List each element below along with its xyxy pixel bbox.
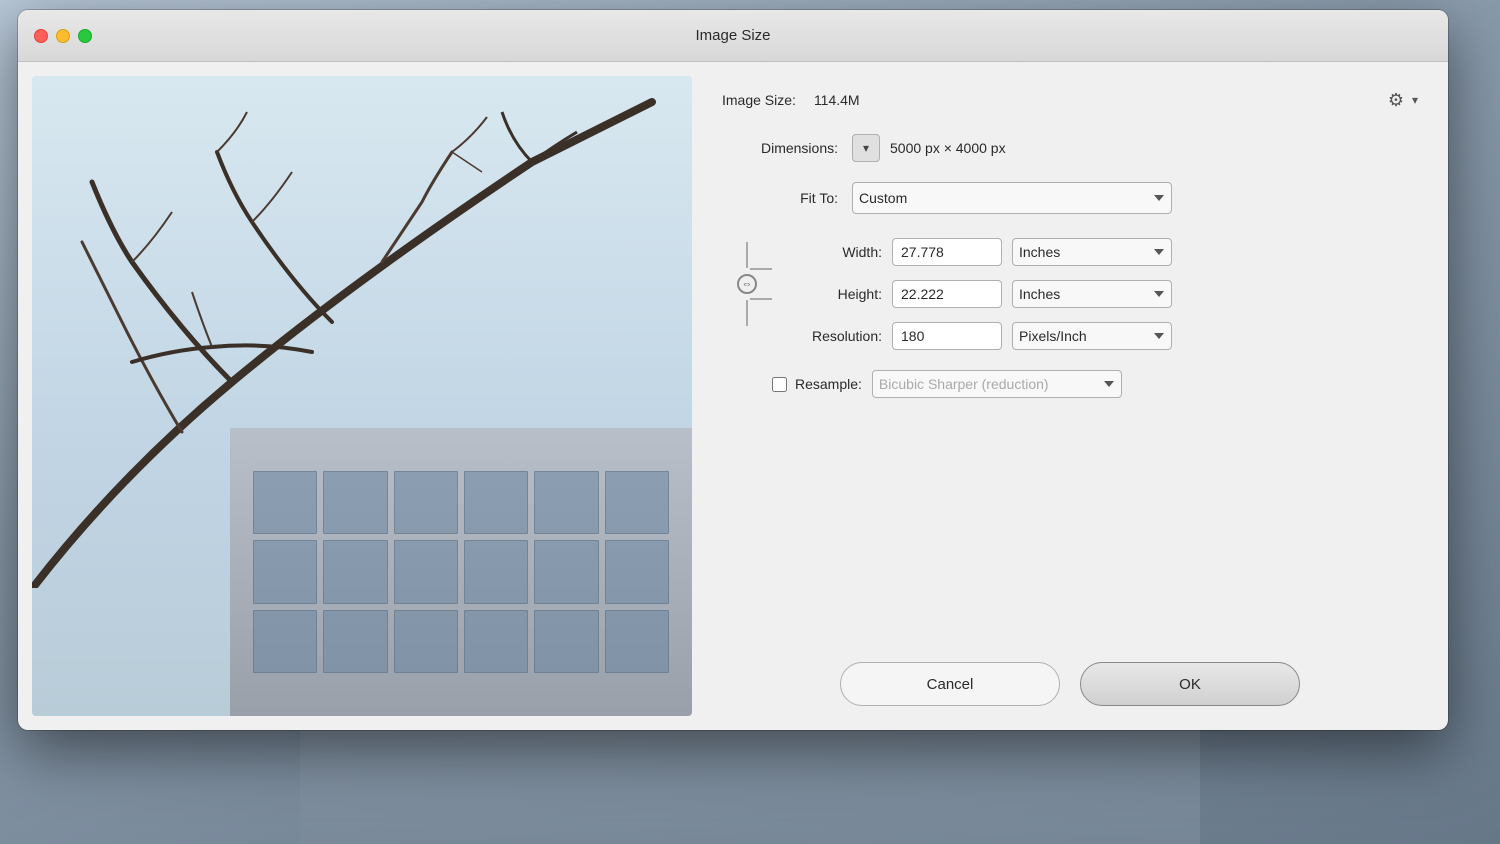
preview-image bbox=[32, 76, 692, 716]
traffic-lights bbox=[34, 29, 92, 43]
width-input[interactable]: 27.778 bbox=[892, 238, 1002, 266]
resample-checkbox[interactable] bbox=[772, 377, 787, 392]
bracket-horizontal bbox=[722, 268, 772, 270]
dimensions-value: 5000 px × 4000 px bbox=[890, 140, 1006, 156]
link-icon: ⇔ bbox=[737, 274, 757, 294]
bracket-top-line bbox=[746, 242, 748, 268]
link-bracket: ⇔ bbox=[722, 234, 772, 350]
dimensions-label: Dimensions: bbox=[722, 140, 852, 156]
resolution-row: Resolution: 180 Pixels/Inch Pixels/Centi… bbox=[772, 322, 1418, 350]
building-preview bbox=[230, 428, 692, 716]
resolution-input[interactable]: 180 bbox=[892, 322, 1002, 350]
dimensions-row: Dimensions: ▾ 5000 px × 4000 px bbox=[722, 134, 1418, 162]
fit-to-select[interactable]: Custom Original Size US Paper (8.5 x 11 … bbox=[852, 182, 1172, 214]
width-unit-select[interactable]: Inches Centimeters Millimeters Points Pi… bbox=[1012, 238, 1172, 266]
bracket-h-line-top bbox=[750, 268, 772, 270]
image-size-value: 114.4M bbox=[814, 92, 860, 108]
gear-dropdown-combo: ⚙ ▾ bbox=[1382, 86, 1418, 114]
building-windows bbox=[253, 471, 669, 673]
dimensions-chevron-button[interactable]: ▾ bbox=[852, 134, 880, 162]
image-size-row: Image Size: 114.4M ⚙ ▾ bbox=[722, 86, 1418, 114]
height-row: Height: 22.222 Inches Centimeters Millim… bbox=[772, 280, 1418, 308]
maximize-button[interactable] bbox=[78, 29, 92, 43]
spacer bbox=[722, 398, 1418, 642]
height-label: Height: bbox=[772, 286, 882, 302]
resolution-unit-select[interactable]: Pixels/Inch Pixels/Centimeter bbox=[1012, 322, 1172, 350]
buttons-row: Cancel OK bbox=[722, 642, 1418, 706]
linked-fields: Width: 27.778 Inches Centimeters Millime… bbox=[772, 234, 1418, 350]
cancel-button[interactable]: Cancel bbox=[840, 662, 1060, 706]
preview-panel bbox=[32, 76, 692, 716]
window-title: Image Size bbox=[695, 27, 770, 44]
close-button[interactable] bbox=[34, 29, 48, 43]
height-input[interactable]: 22.222 bbox=[892, 280, 1002, 308]
height-unit-select[interactable]: Inches Centimeters Millimeters Points Pi… bbox=[1012, 280, 1172, 308]
resolution-label: Resolution: bbox=[772, 328, 882, 344]
width-row: Width: 27.778 Inches Centimeters Millime… bbox=[772, 238, 1418, 266]
resample-checkbox-wrap: Resample: bbox=[772, 376, 862, 392]
gear-icon: ⚙ bbox=[1388, 90, 1404, 111]
fit-to-label: Fit To: bbox=[722, 190, 852, 206]
bracket-h-line-bottom bbox=[750, 298, 772, 300]
resample-row: Resample: Bicubic Sharper (reduction) Bi… bbox=[722, 370, 1418, 398]
bracket-bottom-line bbox=[746, 300, 748, 326]
linked-section: ⇔ Width: 27.778 Inches bbox=[722, 234, 1418, 350]
minimize-button[interactable] bbox=[56, 29, 70, 43]
ok-button[interactable]: OK bbox=[1080, 662, 1300, 706]
titlebar: Image Size bbox=[18, 10, 1448, 62]
fit-to-row: Fit To: Custom Original Size US Paper (8… bbox=[722, 182, 1418, 214]
chevron-down-icon: ▾ bbox=[863, 141, 869, 155]
image-size-label: Image Size: bbox=[722, 92, 806, 108]
window-body: Image Size: 114.4M ⚙ ▾ Dimensions: ▾ 500… bbox=[18, 62, 1448, 730]
controls-panel: Image Size: 114.4M ⚙ ▾ Dimensions: ▾ 500… bbox=[692, 62, 1448, 730]
resample-label: Resample: bbox=[795, 376, 862, 392]
resample-method-select[interactable]: Bicubic Sharper (reduction) Bicubic (smo… bbox=[872, 370, 1122, 398]
image-size-left: Image Size: 114.4M bbox=[722, 92, 860, 108]
image-size-window: Image Size bbox=[18, 10, 1448, 730]
gear-dropdown-icon: ▾ bbox=[1412, 93, 1418, 107]
resample-select-wrap: Bicubic Sharper (reduction) Bicubic (smo… bbox=[872, 370, 1122, 398]
width-label: Width: bbox=[772, 244, 882, 260]
gear-button[interactable]: ⚙ bbox=[1382, 86, 1410, 114]
